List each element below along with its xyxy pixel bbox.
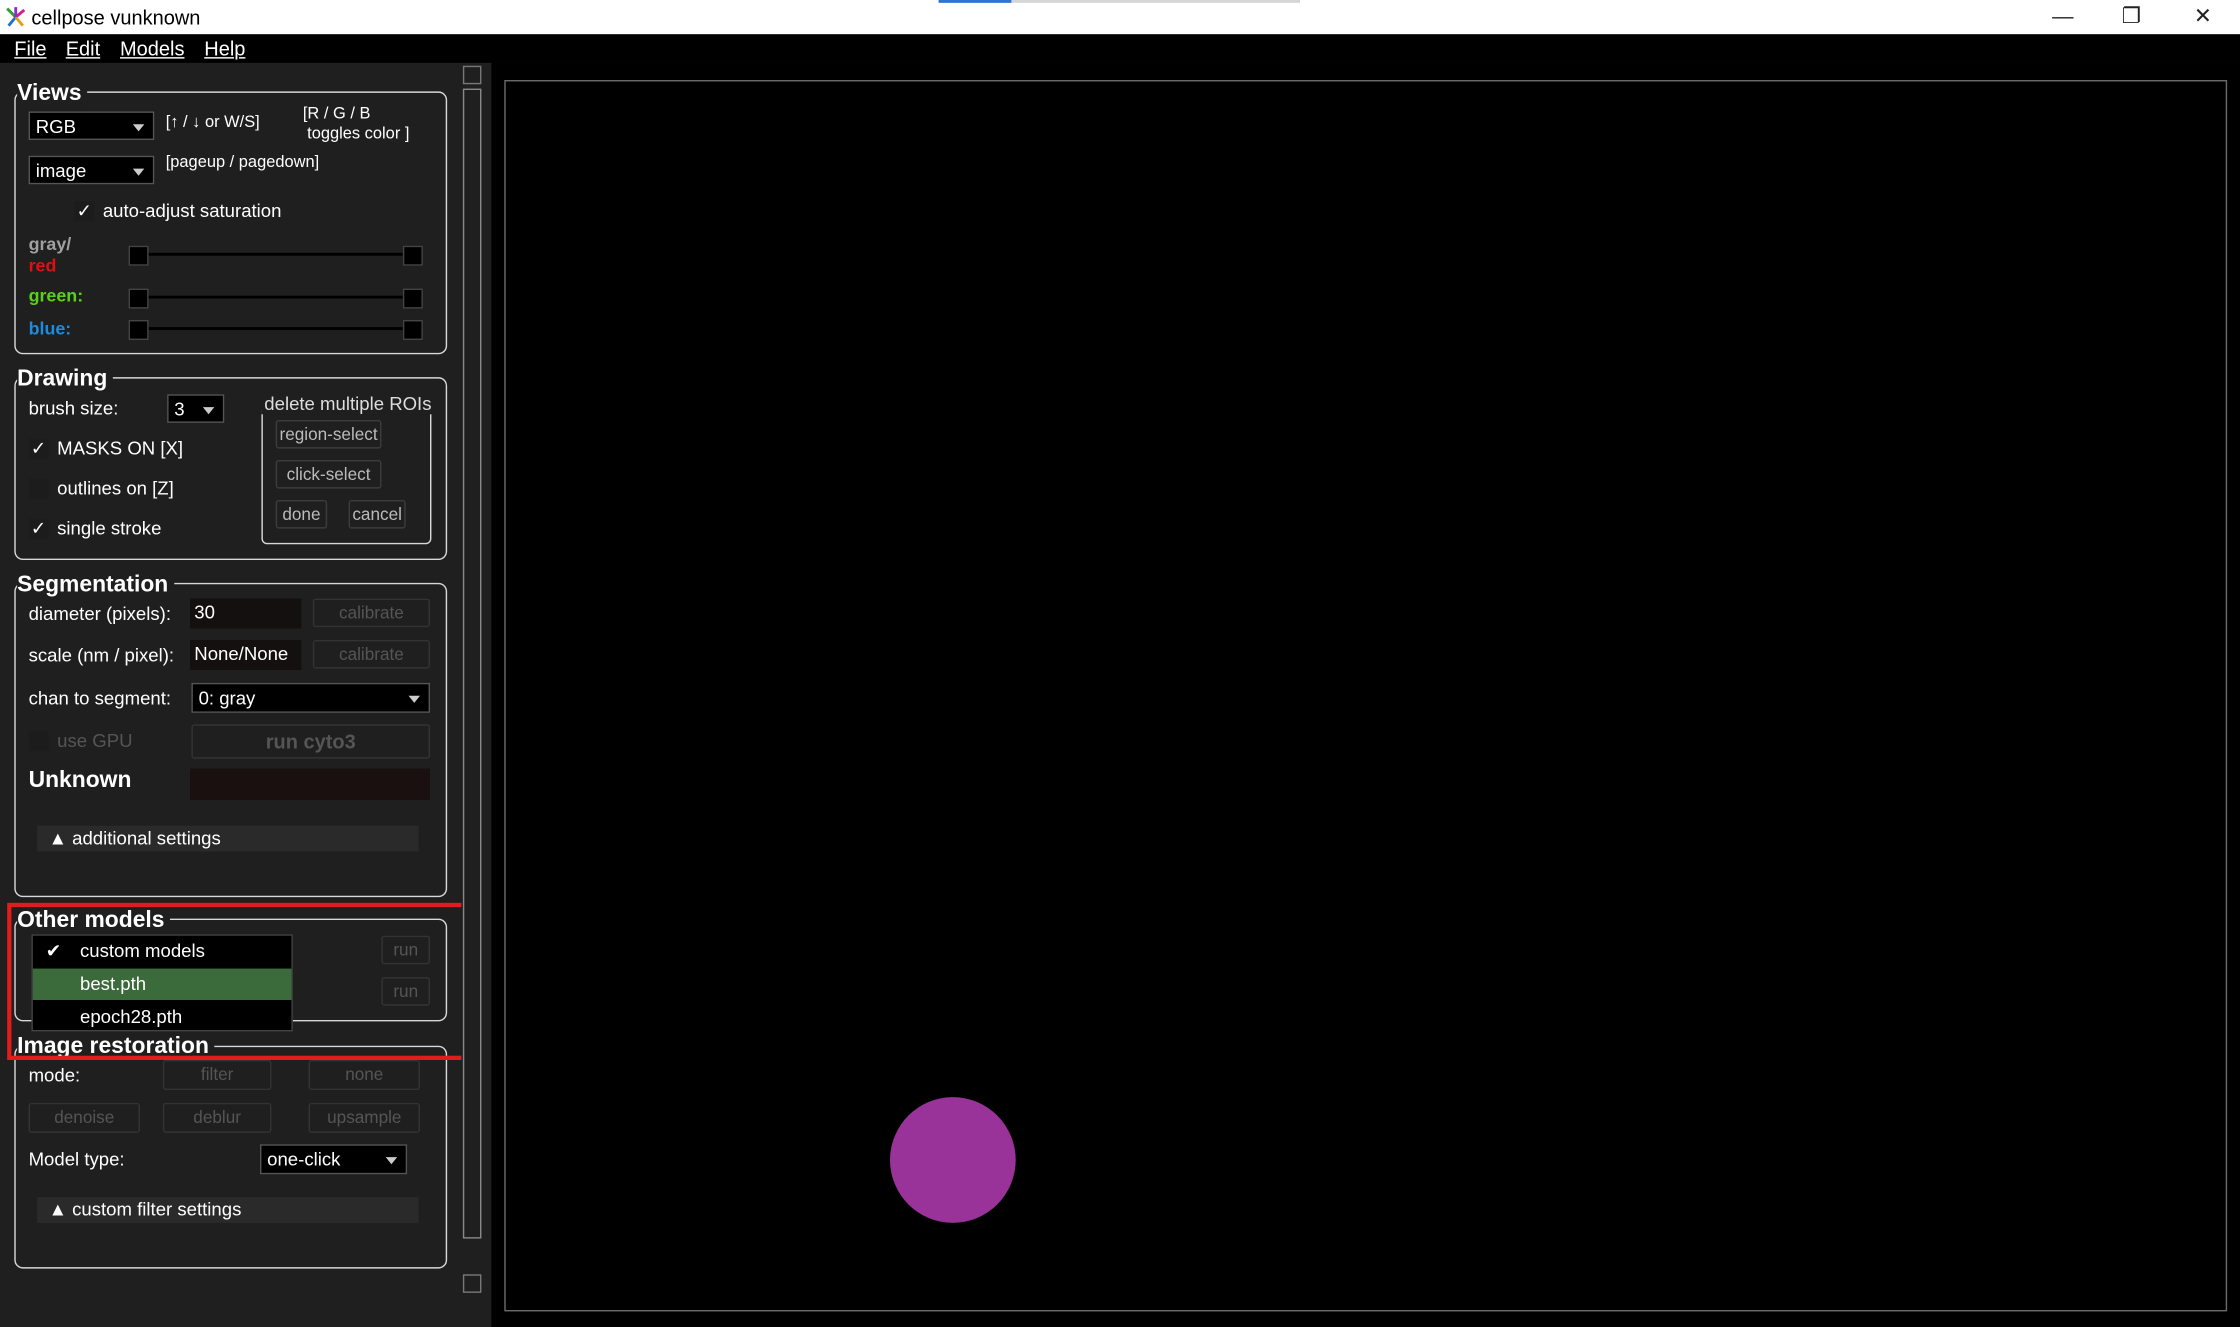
brush-size-value: 3 bbox=[174, 398, 185, 420]
chevron-down-icon bbox=[385, 1157, 398, 1165]
rgb-toggle-hint-2: toggles color ] bbox=[307, 125, 410, 143]
close-button[interactable]: ✕ bbox=[2170, 0, 2236, 34]
auto-saturation-checkbox[interactable]: ✓ bbox=[74, 201, 95, 222]
diameter-input[interactable]: 30 bbox=[189, 598, 302, 629]
model-type-label: Model type: bbox=[28, 1148, 125, 1170]
chevron-down-icon bbox=[132, 168, 145, 176]
delete-rois-title: delete multiple ROIs bbox=[261, 392, 435, 415]
masks-on-checkbox[interactable]: ✓ bbox=[28, 438, 49, 459]
color-mode-hint: [↑ / ↓ or W/S] bbox=[165, 114, 260, 132]
chan-segment-select[interactable]: 0: gray bbox=[191, 682, 430, 713]
single-stroke-label: single stroke bbox=[57, 517, 162, 539]
masks-on-label: MASKS ON [X] bbox=[57, 437, 184, 459]
control-panel: Views RGB [↑ / ↓ or W/S] [R / G / B togg… bbox=[0, 0, 491, 1327]
drawing-title: Drawing bbox=[17, 367, 114, 393]
green-slider[interactable] bbox=[128, 288, 423, 309]
brush-size-label: brush size: bbox=[28, 397, 119, 419]
blue-label: blue: bbox=[28, 318, 72, 339]
custom-filter-settings-toggle[interactable]: ▲ custom filter settings bbox=[37, 1197, 419, 1223]
rgb-toggle-hint-1: [R / G / B bbox=[302, 105, 371, 123]
views-title: Views bbox=[17, 81, 88, 108]
model-name-label: Unknown bbox=[28, 768, 132, 793]
red-label: red bbox=[28, 255, 57, 276]
model-type-value: one-click bbox=[267, 1148, 341, 1170]
filter-button[interactable]: filter bbox=[162, 1059, 272, 1090]
chan-segment-label: chan to segment: bbox=[28, 687, 172, 709]
done-button[interactable]: done bbox=[275, 499, 328, 529]
chevron-down-icon bbox=[202, 407, 215, 415]
highlight-annotation-box bbox=[7, 902, 470, 1060]
green-label: green: bbox=[28, 285, 84, 306]
brush-size-select[interactable]: 3 bbox=[167, 394, 225, 423]
model-type-select[interactable]: one-click bbox=[259, 1144, 408, 1175]
calibrate-diameter-button[interactable]: calibrate bbox=[312, 598, 430, 628]
gray-label: gray/ bbox=[28, 234, 72, 255]
scroll-up-arrow-icon[interactable] bbox=[462, 65, 482, 85]
view-mode-select[interactable]: image bbox=[28, 155, 155, 185]
use-gpu-checkbox[interactable] bbox=[28, 731, 49, 752]
segmentation-title: Segmentation bbox=[17, 572, 174, 599]
single-stroke-checkbox[interactable]: ✓ bbox=[28, 518, 49, 539]
scale-label: scale (nm / pixel): bbox=[28, 644, 175, 666]
calibrate-scale-button[interactable]: calibrate bbox=[312, 639, 430, 669]
restore-button[interactable]: ❐ bbox=[2099, 0, 2165, 34]
color-mode-value: RGB bbox=[35, 115, 76, 138]
additional-settings-toggle[interactable]: ▲ additional settings bbox=[37, 825, 419, 852]
chevron-down-icon bbox=[132, 124, 145, 132]
outlines-label: outlines on [Z] bbox=[57, 477, 174, 499]
gray-red-slider[interactable] bbox=[128, 245, 423, 266]
upsample-button[interactable]: upsample bbox=[308, 1102, 420, 1133]
model-progress-bar bbox=[189, 768, 430, 800]
image-canvas[interactable] bbox=[504, 79, 2228, 1312]
minimize-button[interactable]: — bbox=[2030, 0, 2096, 34]
taskbar-indicator bbox=[1011, 0, 1300, 3]
cellpose-window: cellpose vunknown — ❐ ✕ File Edit Models… bbox=[0, 0, 2240, 1327]
click-select-button[interactable]: click-select bbox=[275, 459, 382, 489]
mask-layer bbox=[889, 1097, 1016, 1223]
mode-label: mode: bbox=[28, 1064, 81, 1086]
diameter-label: diameter (pixels): bbox=[28, 602, 172, 625]
scroll-down-arrow-icon[interactable] bbox=[462, 1274, 482, 1293]
chan-segment-value: 0: gray bbox=[198, 687, 256, 709]
cell-mask[interactable] bbox=[889, 1097, 1016, 1223]
view-mode-value: image bbox=[35, 159, 87, 182]
scrollbar-thumb[interactable] bbox=[462, 88, 482, 1239]
none-button[interactable]: none bbox=[308, 1059, 420, 1090]
outlines-checkbox[interactable] bbox=[28, 478, 49, 499]
deblur-button[interactable]: deblur bbox=[162, 1102, 272, 1133]
view-mode-hint: [pageup / pagedown] bbox=[165, 154, 320, 172]
image-viewer[interactable] bbox=[491, 62, 2240, 1327]
blue-slider[interactable] bbox=[128, 319, 423, 340]
denoise-button[interactable]: denoise bbox=[28, 1102, 140, 1133]
auto-saturation-label: auto-adjust saturation bbox=[102, 199, 282, 222]
run-cyto3-button[interactable]: run cyto3 bbox=[191, 724, 430, 759]
use-gpu-label: use GPU bbox=[57, 729, 133, 752]
scale-input[interactable]: None/None bbox=[189, 639, 302, 670]
taskbar-indicator bbox=[938, 0, 1012, 3]
chevron-down-icon bbox=[408, 695, 420, 703]
panel-scrollbar[interactable] bbox=[461, 65, 483, 1298]
cancel-button[interactable]: cancel bbox=[348, 499, 406, 529]
region-select-button[interactable]: region-select bbox=[275, 419, 382, 449]
color-mode-select[interactable]: RGB bbox=[28, 111, 155, 140]
